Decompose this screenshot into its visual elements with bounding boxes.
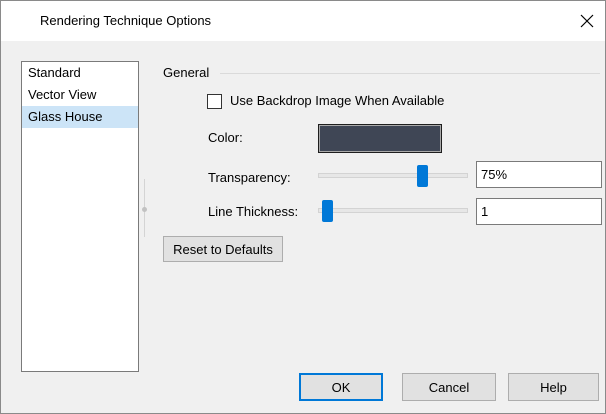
close-icon <box>580 14 594 28</box>
line-thickness-label: Line Thickness: <box>208 204 299 219</box>
transparency-input[interactable]: 75% <box>476 161 602 188</box>
color-swatch-button[interactable] <box>318 124 442 153</box>
general-group-divider <box>220 73 600 74</box>
technique-list-item-vector-view[interactable]: Vector View <box>22 84 138 106</box>
technique-list: Standard Vector View Glass House <box>21 61 139 372</box>
help-button[interactable]: Help <box>508 373 599 401</box>
line-thickness-input[interactable]: 1 <box>476 198 602 225</box>
rendering-technique-options-dialog: Rendering Technique Options Standard Vec… <box>0 0 606 414</box>
transparency-slider-thumb[interactable] <box>416 165 428 187</box>
reset-to-defaults-button[interactable]: Reset to Defaults <box>163 236 283 262</box>
use-backdrop-image-label[interactable]: Use Backdrop Image When Available <box>230 93 444 108</box>
cancel-button[interactable]: Cancel <box>402 373 496 401</box>
splitter-grip[interactable] <box>142 207 147 212</box>
line-thickness-slider-thumb[interactable] <box>322 200 334 222</box>
dialog-title: Rendering Technique Options <box>40 13 212 28</box>
color-label: Color: <box>208 130 243 145</box>
use-backdrop-image-checkbox[interactable] <box>207 94 222 109</box>
close-button[interactable] <box>573 7 601 35</box>
transparency-label: Transparency: <box>208 170 291 185</box>
title-bar: Rendering Technique Options <box>1 1 605 41</box>
ok-button[interactable]: OK <box>299 373 383 401</box>
transparency-slider-track[interactable] <box>318 173 468 178</box>
line-thickness-slider-track[interactable] <box>318 208 468 213</box>
general-group-label: General <box>163 65 210 80</box>
technique-list-item-glass-house[interactable]: Glass House <box>22 106 138 128</box>
technique-list-item-standard[interactable]: Standard <box>22 62 138 84</box>
